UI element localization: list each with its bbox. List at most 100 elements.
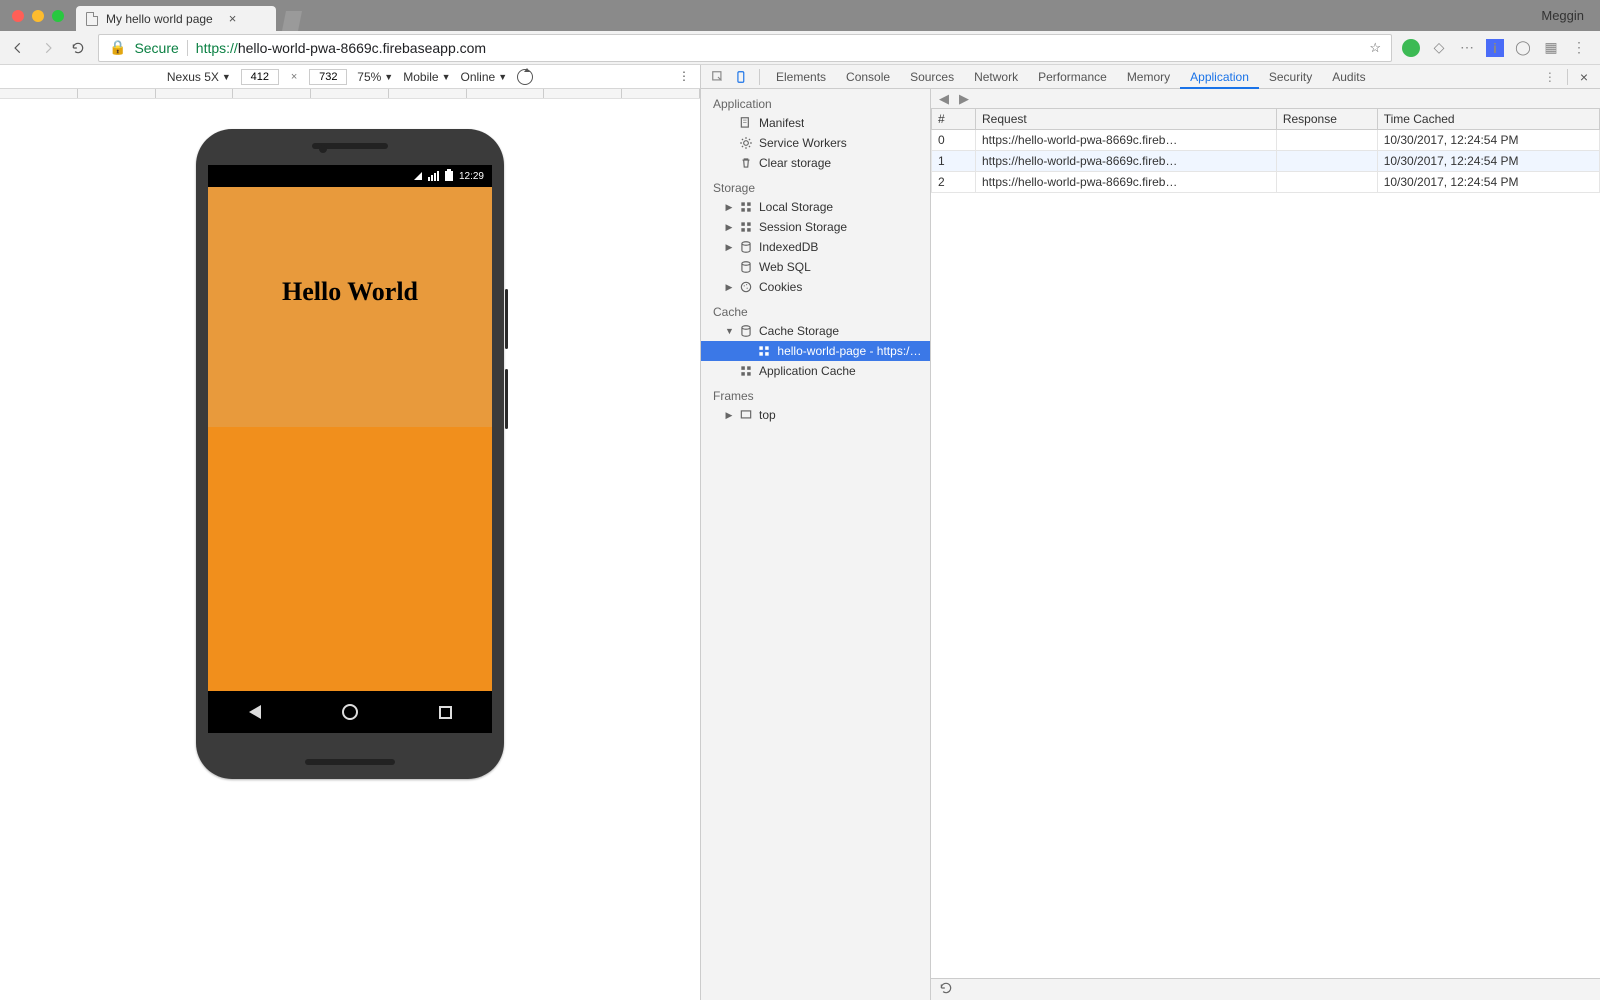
disclosure-icon[interactable]: ▼ — [725, 326, 733, 336]
table-row[interactable]: 1https://hello-world-pwa-8669c.fireb…10/… — [932, 151, 1600, 172]
device-mode-icon[interactable] — [731, 70, 753, 84]
disclosure-icon[interactable]: ▶ — [725, 242, 733, 253]
sidebar-item[interactable]: Application Cache — [701, 361, 930, 381]
nav-recent-icon[interactable] — [439, 706, 452, 719]
ext-icon-3[interactable]: ⋯ — [1458, 39, 1476, 57]
page-hero: Hello World — [208, 187, 492, 427]
devtools-tab-application[interactable]: Application — [1180, 66, 1259, 89]
devtools-close-icon[interactable]: × — [1574, 69, 1594, 85]
refresh-icon[interactable] — [939, 981, 953, 998]
devtools-tab-performance[interactable]: Performance — [1028, 66, 1117, 88]
devtools-tab-network[interactable]: Network — [964, 66, 1028, 88]
reload-button[interactable] — [68, 38, 88, 58]
sidebar-item[interactable]: ▶ Local Storage — [701, 197, 930, 217]
new-tab-button[interactable] — [282, 11, 302, 31]
sidebar-item[interactable]: Manifest — [701, 113, 930, 133]
sidebar-item-label: Cookies — [759, 280, 802, 294]
disclosure-icon[interactable]: ▶ — [725, 410, 733, 421]
ext-icon-4[interactable]: i — [1486, 39, 1504, 57]
sidebar-item[interactable]: ▶top — [701, 405, 930, 425]
grid-icon — [757, 344, 771, 358]
zoom-window-button[interactable] — [52, 10, 64, 22]
network-select[interactable]: Online▼ — [461, 70, 508, 84]
address-bar[interactable]: 🔒 Secure https://hello-world-pwa-8669c.f… — [98, 34, 1392, 62]
disclosure-icon[interactable]: ▶ — [725, 202, 733, 213]
trash-icon — [739, 156, 753, 170]
ext-icon-6[interactable]: ▦ — [1542, 39, 1560, 57]
devtools-tab-security[interactable]: Security — [1259, 66, 1322, 88]
device-height-input[interactable] — [309, 69, 347, 85]
device-select[interactable]: Nexus 5X▼ — [167, 70, 231, 84]
grid-icon — [739, 364, 753, 378]
sidebar-item[interactable]: ▶ Cookies — [701, 277, 930, 297]
sidebar-item[interactable]: hello-world-page - https://hello-wo — [701, 341, 930, 361]
page-heading: Hello World — [208, 277, 492, 307]
nav-home-icon[interactable] — [342, 704, 358, 720]
close-tab-icon[interactable]: × — [229, 12, 237, 25]
cache-table[interactable]: #RequestResponseTime Cached 0https://hel… — [931, 109, 1600, 978]
table-cell: 2 — [932, 172, 976, 193]
devtools-tab-audits[interactable]: Audits — [1322, 66, 1375, 88]
throttle-select[interactable]: Mobile▼ — [403, 70, 450, 84]
side-button — [505, 369, 508, 429]
forward-button[interactable] — [38, 38, 58, 58]
minimize-window-button[interactable] — [32, 10, 44, 22]
sidebar-item[interactable]: Web SQL — [701, 257, 930, 277]
profile-name[interactable]: Meggin — [1541, 8, 1584, 23]
table-row[interactable]: 0https://hello-world-pwa-8669c.fireb…10/… — [932, 130, 1600, 151]
chrome-menu-icon[interactable]: ⋮ — [1570, 39, 1588, 57]
device-toolbar-menu-icon[interactable]: ⋮ — [678, 69, 690, 83]
sidebar-item-label: Application Cache — [759, 364, 856, 378]
devtools: ElementsConsoleSourcesNetworkPerformance… — [700, 65, 1600, 1000]
history-forward-icon[interactable]: ▶ — [959, 91, 969, 107]
sidebar-item-label: Service Workers — [759, 136, 847, 150]
ext-icon-5[interactable]: ◯ — [1514, 39, 1532, 57]
table-footer — [931, 978, 1600, 1000]
table-header[interactable]: # — [932, 109, 976, 130]
history-back-icon[interactable]: ◀ — [939, 91, 949, 107]
browser-tab[interactable]: My hello world page × — [76, 6, 276, 31]
disclosure-icon[interactable]: ▶ — [725, 222, 733, 233]
url-host: hello-world-pwa-8669c.firebaseapp.com — [238, 40, 486, 56]
close-window-button[interactable] — [12, 10, 24, 22]
zoom-select[interactable]: 75%▼ — [357, 70, 393, 84]
table-cell: https://hello-world-pwa-8669c.fireb… — [976, 172, 1277, 193]
android-navbar — [208, 691, 492, 733]
table-header[interactable]: Time Cached — [1377, 109, 1599, 130]
table-header[interactable]: Request — [976, 109, 1277, 130]
sidebar-item-label: Manifest — [759, 116, 804, 130]
sidebar-item[interactable]: ▶Session Storage — [701, 217, 930, 237]
inspect-icon[interactable] — [707, 70, 729, 84]
devtools-tab-memory[interactable]: Memory — [1117, 66, 1180, 88]
nav-back-icon[interactable] — [249, 705, 261, 719]
sidebar-item[interactable]: Clear storage — [701, 153, 930, 173]
db-icon — [739, 240, 753, 254]
bookmark-icon[interactable]: ☆ — [1369, 40, 1381, 56]
traffic-lights — [12, 10, 64, 22]
page-body — [208, 427, 492, 691]
devtools-menu-icon[interactable]: ⋮ — [1539, 70, 1561, 84]
device-screen[interactable]: 12:29 Hello World — [208, 165, 492, 733]
db-icon — [739, 324, 753, 338]
db-icon — [739, 260, 753, 274]
disclosure-icon[interactable]: ▶ — [725, 282, 733, 293]
table-header[interactable]: Response — [1276, 109, 1377, 130]
rotate-icon[interactable] — [517, 69, 533, 85]
gear-icon — [739, 136, 753, 150]
sidebar-item[interactable]: Service Workers — [701, 133, 930, 153]
sidebar-section-frames: Frames — [701, 381, 930, 405]
devtools-tab-elements[interactable]: Elements — [766, 66, 836, 88]
ext-icon-1[interactable] — [1402, 39, 1420, 57]
sidebar-section-storage: Storage — [701, 173, 930, 197]
devtools-tab-console[interactable]: Console — [836, 66, 900, 88]
device-width-input[interactable] — [241, 69, 279, 85]
table-row[interactable]: 2https://hello-world-pwa-8669c.fireb…10/… — [932, 172, 1600, 193]
sidebar-item-label: Local Storage — [759, 200, 833, 214]
ext-icon-2[interactable]: ◇ — [1430, 39, 1448, 57]
sidebar-item[interactable]: ▶ IndexedDB — [701, 237, 930, 257]
devtools-tab-sources[interactable]: Sources — [900, 66, 964, 88]
back-button[interactable] — [8, 38, 28, 58]
side-button — [505, 289, 508, 349]
sidebar-item[interactable]: ▼Cache Storage — [701, 321, 930, 341]
sidebar-item-label: IndexedDB — [759, 240, 818, 254]
